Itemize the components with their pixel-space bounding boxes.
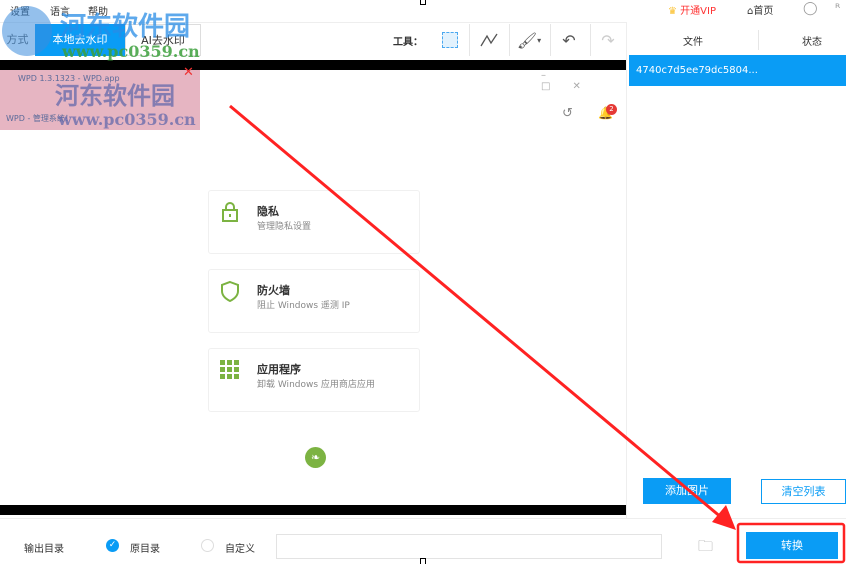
annotation-arrow <box>229 104 846 564</box>
